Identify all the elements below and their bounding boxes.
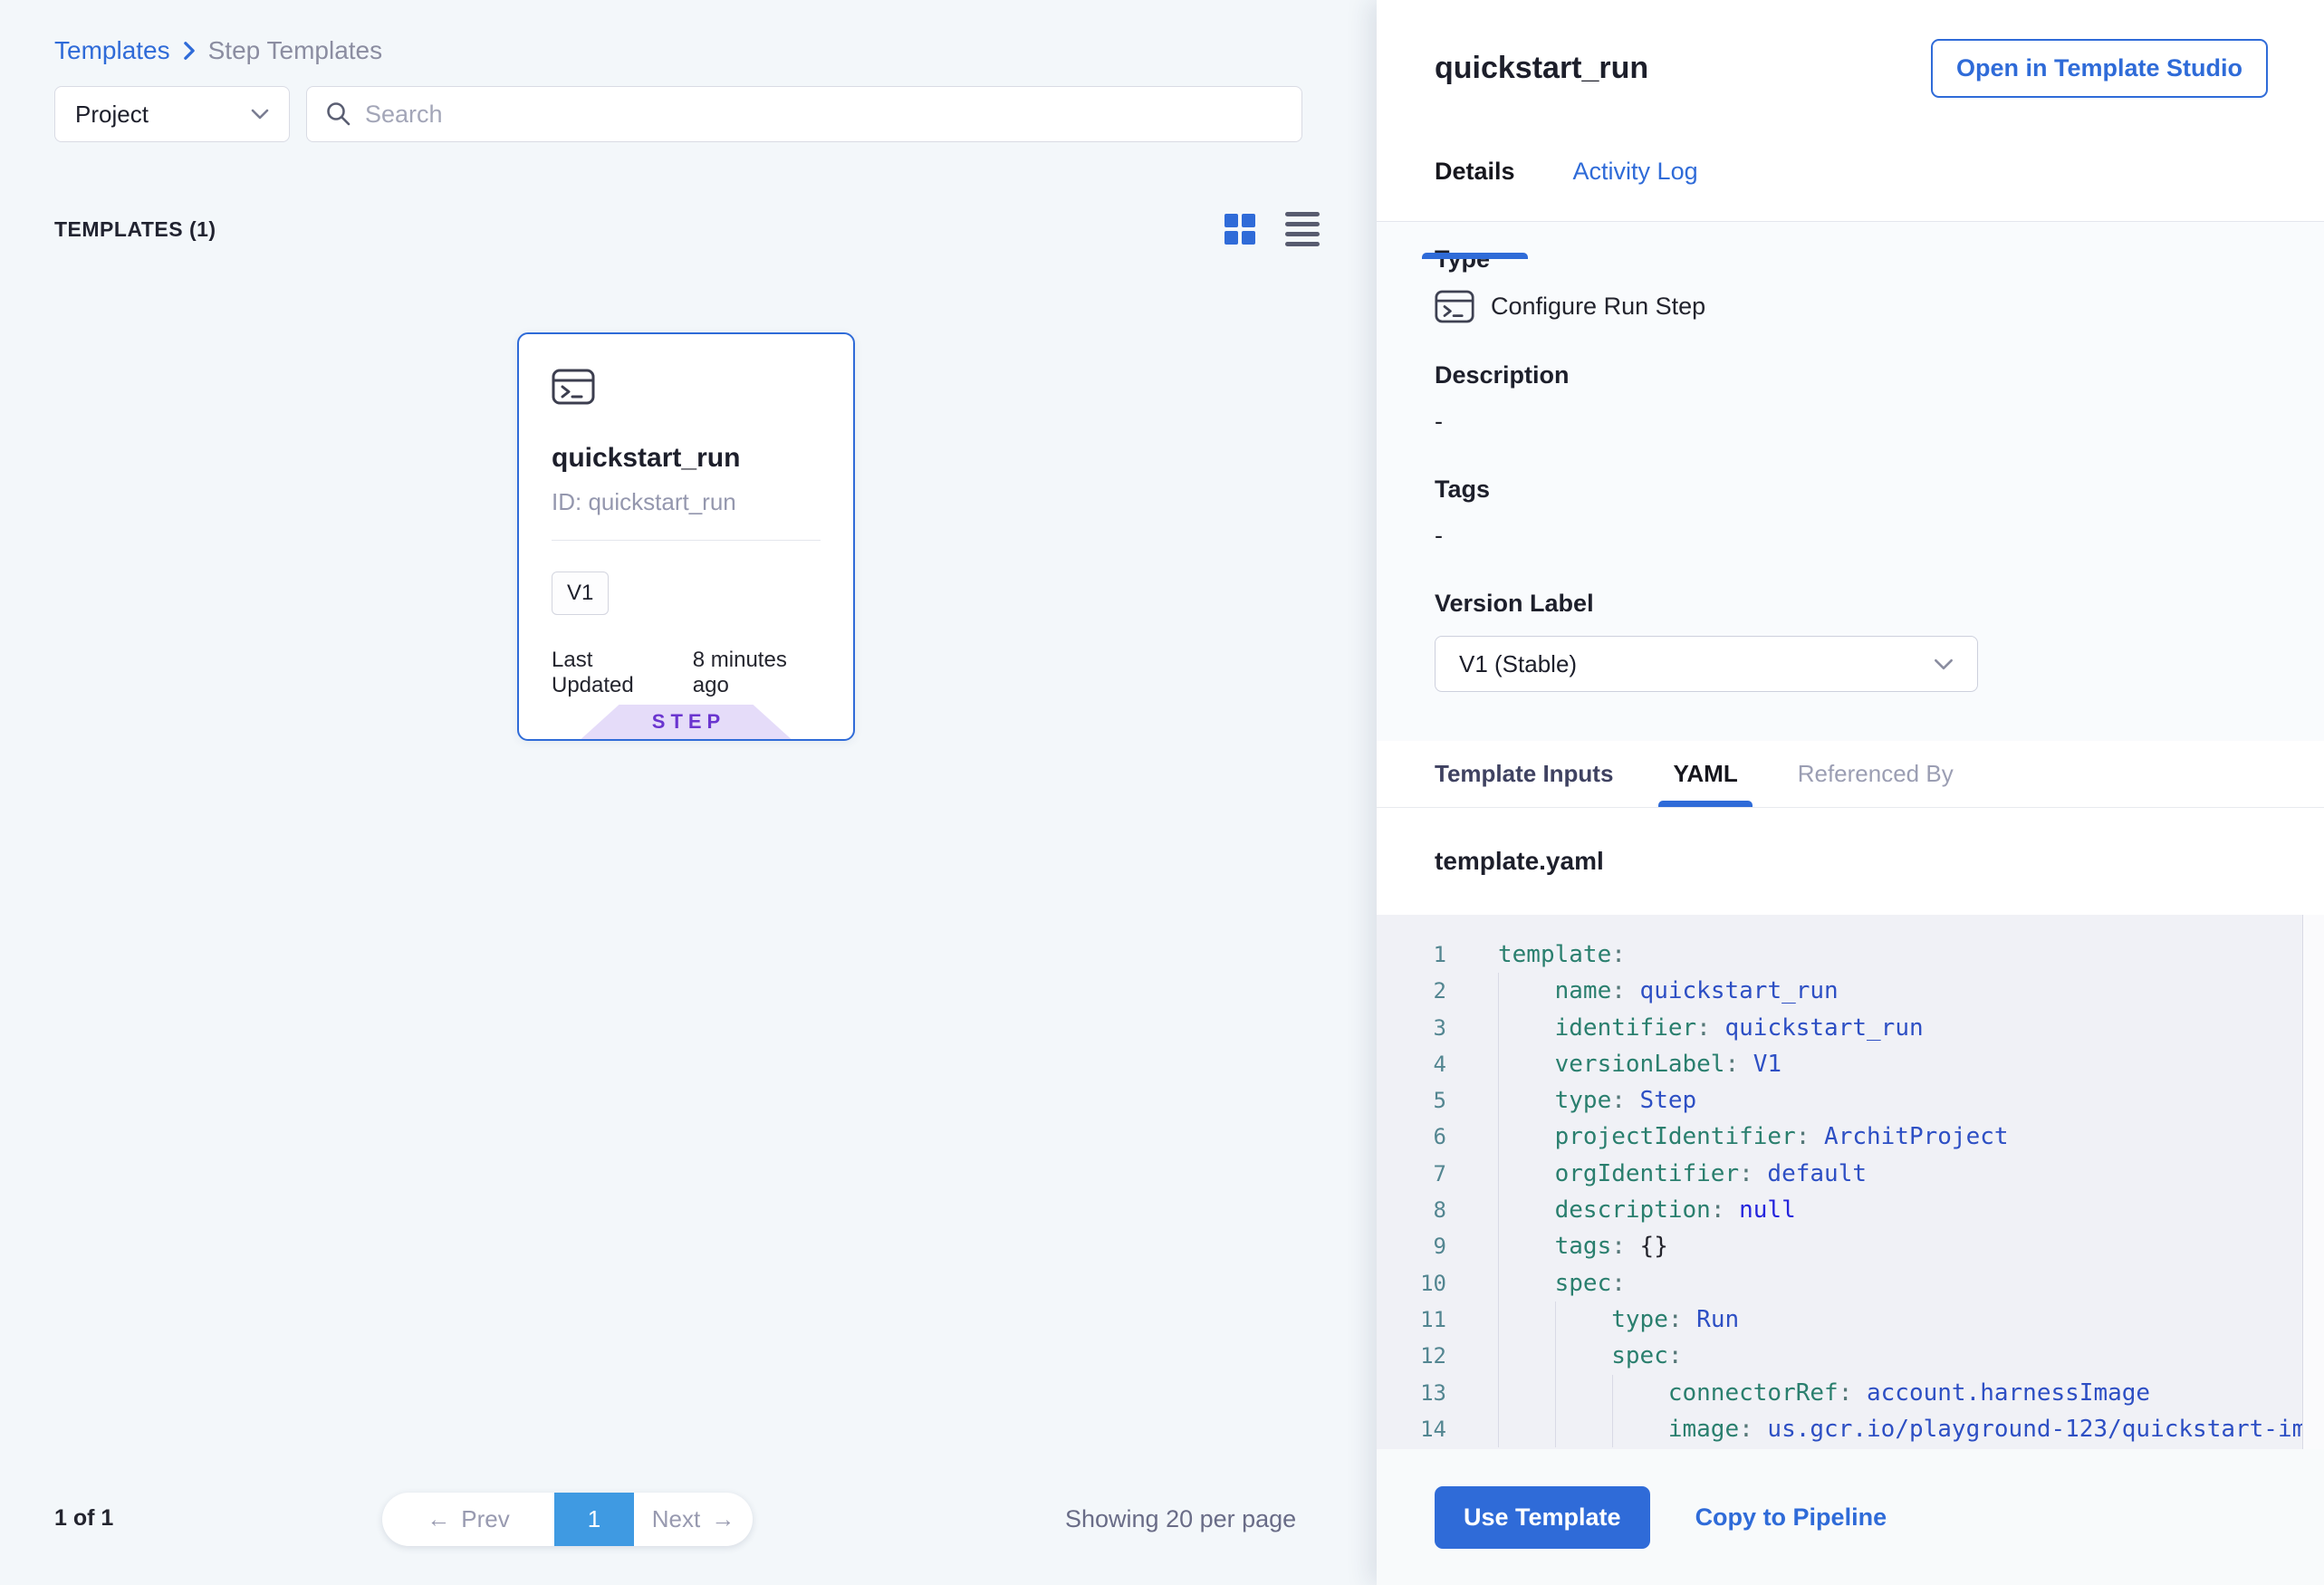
active-tab-underline [1658, 801, 1752, 807]
scope-select[interactable]: Project [54, 86, 290, 142]
chevron-right-icon [183, 41, 196, 61]
yaml-line: 9 tags: {} [1377, 1228, 2324, 1264]
details-section: Type Configure Run Step Description - Ta… [1377, 222, 2324, 741]
breadcrumb-templates-link[interactable]: Templates [54, 36, 170, 65]
yaml-line: 14 image: us.gcr.io/playground-123/quick… [1377, 1411, 2324, 1447]
arrow-left-icon: ← [427, 1505, 450, 1533]
run-step-icon [552, 369, 821, 405]
yaml-line: 8 description: null [1377, 1192, 2324, 1228]
grid-view-icon[interactable] [1224, 214, 1255, 245]
version-select-value: V1 (Stable) [1459, 650, 1577, 678]
yaml-filename: template.yaml [1435, 847, 1604, 876]
active-tab-underline [1422, 253, 1528, 259]
panel-actions: Use Template Copy to Pipeline [1377, 1449, 2324, 1585]
page-total-label: 1 of 1 [54, 1505, 113, 1532]
type-value-row: Configure Run Step [1435, 290, 2266, 323]
type-label: Type [1435, 245, 2266, 274]
indent-guide [1612, 1375, 1613, 1447]
tab-referenced-by[interactable]: Referenced By [1798, 741, 1954, 807]
yaml-line: 13 connectorRef: account.harnessImage [1377, 1375, 2324, 1411]
yaml-sub-tabs: Template Inputs YAML Referenced By [1377, 741, 2324, 808]
yaml-line: 11 type: Run [1377, 1302, 2324, 1338]
yaml-line: 3 identifier: quickstart_run [1377, 1010, 2324, 1046]
tab-details[interactable]: Details [1435, 158, 1515, 221]
template-card[interactable]: quickstart_run ID: quickstart_run V1 Las… [517, 332, 855, 741]
per-page-label: Showing 20 per page [1065, 1505, 1296, 1533]
yaml-editor[interactable]: 1template:2 name: quickstart_run3 identi… [1377, 915, 2324, 1449]
search-icon [325, 101, 352, 128]
tab-yaml[interactable]: YAML [1673, 741, 1737, 807]
details-tabs: Details Activity Log [1377, 136, 2324, 222]
templates-page: Templates Step Templates Project TEMPLAT… [0, 0, 2324, 1585]
chevron-down-icon [1934, 658, 1954, 670]
yaml-line: 6 projectIdentifier: ArchitProject [1377, 1119, 2324, 1155]
next-page-button[interactable]: Next → [634, 1493, 753, 1546]
last-updated-value: 8 minutes ago [693, 648, 821, 698]
page-1-button[interactable]: 1 [554, 1493, 634, 1546]
yaml-line: 1template: [1377, 937, 2324, 973]
prev-page-button[interactable]: ← Prev [382, 1493, 554, 1546]
tab-template-inputs[interactable]: Template Inputs [1435, 741, 1613, 807]
indent-guide [1498, 973, 1499, 1447]
list-view-icon[interactable] [1285, 212, 1320, 246]
indent-guide [1555, 1302, 1556, 1447]
tab-activity-log[interactable]: Activity Log [1573, 158, 1698, 221]
last-updated-row: Last Updated 8 minutes ago [552, 648, 821, 698]
use-template-button[interactable]: Use Template [1435, 1486, 1650, 1549]
yaml-line: 10 spec: [1377, 1265, 2324, 1302]
search-input[interactable] [365, 101, 1283, 129]
step-type-badge: STEP [581, 705, 792, 739]
yaml-line: 2 name: quickstart_run [1377, 973, 2324, 1009]
template-details-panel: quickstart_run Open in Template Studio D… [1377, 0, 2324, 1585]
arrow-right-icon: → [711, 1505, 735, 1533]
list-controls: Project [54, 86, 1302, 142]
open-template-studio-button[interactable]: Open in Template Studio [1931, 39, 2268, 98]
view-toggles [1224, 212, 1320, 246]
panel-title: quickstart_run [1435, 51, 1648, 86]
yaml-lines: 1template:2 name: quickstart_run3 identi… [1377, 937, 2324, 1447]
pagination-control: ← Prev 1 Next → [382, 1493, 753, 1546]
run-step-icon [1435, 290, 1474, 323]
copy-to-pipeline-link[interactable]: Copy to Pipeline [1695, 1503, 1887, 1532]
type-value: Configure Run Step [1491, 293, 1705, 321]
yaml-line: 12 spec: [1377, 1338, 2324, 1374]
tags-value: - [1435, 522, 2266, 550]
chevron-down-icon [251, 109, 269, 120]
breadcrumb: Templates Step Templates [54, 36, 382, 65]
breadcrumb-current: Step Templates [208, 36, 383, 65]
yaml-line: 5 type: Step [1377, 1082, 2324, 1119]
search-field [306, 86, 1302, 142]
panel-header: quickstart_run Open in Template Studio [1377, 0, 2324, 136]
description-label: Description [1435, 361, 2266, 389]
description-value: - [1435, 408, 2266, 436]
editor-scrollbar[interactable] [2302, 915, 2324, 1449]
card-title: quickstart_run [552, 443, 821, 474]
version-select[interactable]: V1 (Stable) [1435, 636, 1978, 692]
yaml-line: 7 orgIdentifier: default [1377, 1156, 2324, 1192]
scope-select-value: Project [75, 101, 149, 129]
tags-label: Tags [1435, 476, 2266, 504]
template-list-panel: Templates Step Templates Project TEMPLAT… [0, 0, 1377, 1585]
yaml-line: 4 versionLabel: V1 [1377, 1046, 2324, 1082]
version-badge: V1 [552, 572, 609, 615]
last-updated-label: Last Updated [552, 648, 673, 698]
templates-count-label: TEMPLATES (1) [54, 217, 216, 242]
card-id: ID: quickstart_run [552, 488, 821, 516]
version-label: Version Label [1435, 590, 2266, 618]
yaml-filename-bar: template.yaml [1377, 808, 2324, 915]
card-divider [552, 540, 821, 541]
